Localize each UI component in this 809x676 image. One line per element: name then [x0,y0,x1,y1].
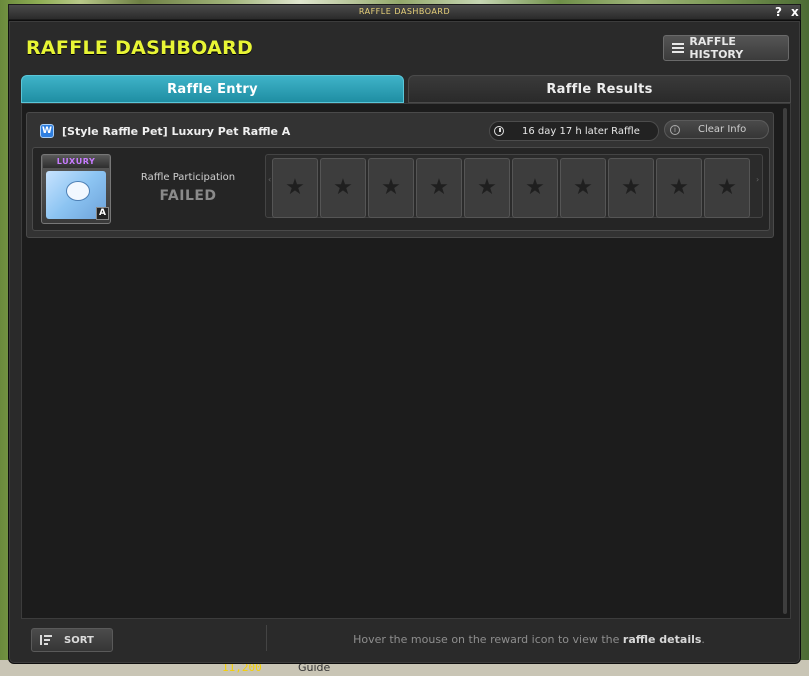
star-icon: ★ [525,175,545,200]
participation-status: FAILED [159,188,217,204]
reward-slot[interactable]: ★ [560,158,606,218]
sort-icon [40,635,52,645]
window-titlebar[interactable]: RAFFLE DASHBOARD ? x [8,4,801,20]
reward-slots: ‹ › ★ ★ ★ ★ ★ ★ ★ ★ ★ ★ [265,154,763,218]
raffle-dashboard-window: RAFFLE DASHBOARD RAFFLE HISTORY Raffle E… [8,20,801,664]
star-icon: ★ [669,175,689,200]
reward-slot[interactable]: ★ [704,158,750,218]
star-icon: ★ [621,175,641,200]
raffle-details-row: LUXURY A Raffle Participation FAILED ‹ ›… [32,147,770,231]
close-button[interactable]: x [791,5,799,19]
sort-button[interactable]: SORT [31,628,113,652]
reward-slot[interactable]: ★ [512,158,558,218]
hint-prefix: Hover the mouse on the reward icon to vi… [353,633,620,646]
raffle-card: W [Style Raffle Pet] Luxury Pet Raffle A… [26,112,774,238]
menu-icon [672,43,684,53]
participation-label: Raffle Participation [140,172,236,183]
star-icon: ★ [429,175,449,200]
reward-slot[interactable]: ★ [464,158,510,218]
star-icon: ★ [477,175,497,200]
hint-bold: raffle details [622,633,702,646]
reward-slot[interactable]: ★ [416,158,462,218]
slots-right-arrow-icon[interactable]: › [756,175,760,199]
hint-suffix: . [701,633,705,646]
scrollbar[interactable] [783,108,787,614]
info-icon: i [670,124,680,135]
raffle-history-label: RAFFLE HISTORY [689,35,744,61]
time-remaining: 16 day 17 h later Raffle [522,125,640,137]
page-title: RAFFLE DASHBOARD [26,37,254,59]
clear-info-label: Clear Info [698,124,747,135]
clear-info-button[interactable]: i Clear Info [664,120,769,139]
raffle-name: [Style Raffle Pet] Luxury Pet Raffle A [62,124,291,138]
raffle-history-button[interactable]: RAFFLE HISTORY [663,35,789,61]
reward-slot[interactable]: ★ [368,158,414,218]
reward-slot[interactable]: ★ [656,158,702,218]
world-badge-icon: W [40,124,54,138]
footer-divider [266,625,267,651]
tab-bar: Raffle Entry Raffle Results [21,75,791,103]
reward-slot[interactable]: ★ [608,158,654,218]
reward-slot[interactable]: ★ [320,158,366,218]
star-icon: ★ [381,175,401,200]
titlebar-title: RAFFLE DASHBOARD [358,7,451,16]
raffle-entry-panel: W [Style Raffle Pet] Luxury Pet Raffle A… [21,103,791,619]
star-icon: ★ [717,175,737,200]
star-icon: ★ [573,175,593,200]
footer-hint: Hover the mouse on the reward icon to vi… [279,633,779,646]
reward-slot[interactable]: ★ [272,158,318,218]
help-button[interactable]: ? [775,5,782,19]
tab-raffle-entry[interactable]: Raffle Entry [21,75,404,103]
clock-icon [494,126,504,136]
luxury-tag: LUXURY [43,156,109,168]
grade-badge: A [96,207,109,220]
raffle-timer: 16 day 17 h later Raffle [489,121,659,141]
sort-label: SORT [64,634,94,646]
star-icon: ★ [285,175,305,200]
raffle-title: W [Style Raffle Pet] Luxury Pet Raffle A [40,124,290,138]
tab-raffle-results[interactable]: Raffle Results [408,75,791,103]
star-icon: ★ [333,175,353,200]
pet-item-icon[interactable]: LUXURY A [41,154,111,224]
